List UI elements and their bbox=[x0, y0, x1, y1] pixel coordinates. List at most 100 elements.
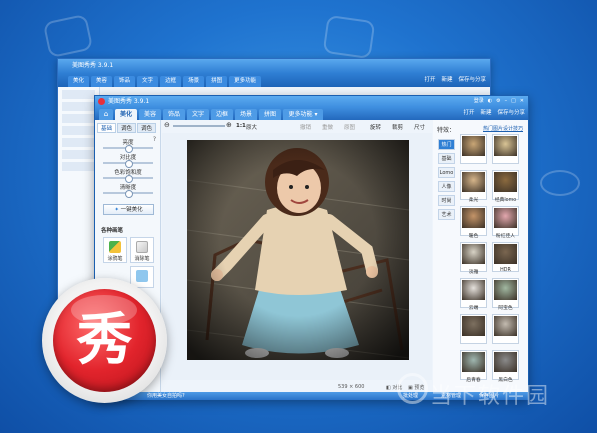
eraser-pen-label: 消除笔 bbox=[134, 256, 150, 262]
magic-wand-icon: ✦ bbox=[114, 207, 119, 213]
background-open: 打开 bbox=[424, 77, 436, 83]
effect-thumb[interactable]: 粉红佳人 bbox=[492, 206, 519, 239]
effect-thumb[interactable] bbox=[460, 314, 487, 344]
background-tab: 美化 bbox=[68, 76, 90, 87]
brightness-slider[interactable] bbox=[103, 145, 153, 153]
effect-thumb[interactable]: 黑白色 bbox=[492, 350, 519, 383]
camera-deco-icon bbox=[322, 14, 376, 60]
effect-thumb[interactable]: 经典lomo bbox=[492, 170, 519, 203]
effect-thumb-label: 暖色 bbox=[468, 234, 479, 239]
effect-thumb[interactable]: 后青春 bbox=[460, 350, 487, 383]
tab-scene[interactable]: 场景 bbox=[235, 109, 257, 120]
background-tab: 饰品 bbox=[114, 76, 136, 87]
effects-tips-link[interactable]: 热门图片设计技巧 bbox=[483, 125, 523, 132]
window-title: 美图秀秀 3.9.1 bbox=[108, 98, 150, 105]
doodle-pen-label: 涂鸦笔 bbox=[107, 256, 123, 262]
subtab-basic[interactable]: 基础 bbox=[97, 123, 117, 133]
tab-text[interactable]: 文字 bbox=[187, 109, 209, 120]
bottom-promo-text[interactable]: 你用美女自拍吗? bbox=[147, 392, 185, 400]
watermark-logo-icon bbox=[397, 373, 428, 404]
effect-thumb-image bbox=[494, 244, 517, 264]
effect-category-art[interactable]: 艺术 bbox=[438, 209, 455, 220]
save-share-button[interactable]: 保存与分享 bbox=[497, 108, 525, 119]
effect-thumb-label: 淡雅 bbox=[468, 270, 479, 275]
crop-button[interactable]: 裁剪 bbox=[392, 123, 403, 131]
saturation-slider[interactable] bbox=[103, 175, 153, 183]
tab-collage[interactable]: 拼图 bbox=[259, 109, 281, 120]
background-tab: 场景 bbox=[183, 76, 205, 87]
home-icon[interactable]: ⌂ bbox=[99, 109, 113, 120]
effect-thumb[interactable]: 云端 bbox=[460, 278, 487, 311]
undo-button[interactable]: 撤销 bbox=[300, 123, 311, 131]
effect-thumb[interactable]: HDR bbox=[492, 242, 519, 273]
photo-image bbox=[187, 140, 409, 360]
effect-thumb[interactable] bbox=[492, 314, 519, 344]
subtab-tone[interactable]: 调色 bbox=[117, 123, 137, 133]
tab-more[interactable]: 更多功能 ▾ bbox=[283, 109, 323, 120]
one-click-beautify-button[interactable]: ✦ 一键美化 bbox=[103, 204, 154, 215]
size-button[interactable]: 尺寸 bbox=[414, 123, 425, 131]
eraser-icon bbox=[136, 241, 148, 253]
doodle-pen-tool[interactable]: 涂鸦笔 bbox=[103, 237, 127, 263]
effect-category-lomo[interactable]: Lomo bbox=[438, 167, 455, 178]
effect-category-fashion[interactable]: 时尚 bbox=[438, 195, 455, 206]
effect-thumb[interactable] bbox=[492, 134, 519, 164]
maximize-icon[interactable]: □ bbox=[511, 96, 516, 107]
original-button[interactable]: 原图 bbox=[344, 123, 355, 131]
settings-icon[interactable]: ⚙ bbox=[496, 96, 500, 107]
effect-thumb-image bbox=[494, 208, 517, 228]
effect-thumb-image bbox=[462, 172, 485, 192]
title-bar: 美图秀秀 3.9.1 登录 ◐ ⚙ – □ ✕ bbox=[95, 96, 528, 107]
effect-thumb-image bbox=[462, 280, 485, 300]
effect-thumb[interactable]: 暖色 bbox=[460, 206, 487, 239]
rotate-button[interactable]: 旋转 bbox=[370, 123, 381, 131]
adjust-subtabs: 基础 调色 调色 bbox=[97, 123, 157, 133]
minimize-icon[interactable]: – bbox=[505, 96, 508, 107]
skin-icon[interactable]: ◐ bbox=[488, 96, 492, 107]
effect-thumb-image bbox=[494, 280, 517, 300]
effect-thumb[interactable]: 阿宝色 bbox=[492, 278, 519, 311]
sharpness-slider[interactable] bbox=[103, 190, 153, 198]
app-icon-character: 秀 bbox=[76, 307, 133, 373]
effect-thumb-label: 阿宝色 bbox=[498, 306, 513, 311]
tab-frame[interactable]: 边框 bbox=[211, 109, 233, 120]
effect-thumb[interactable] bbox=[460, 134, 487, 164]
effect-category-basic[interactable]: 基础 bbox=[438, 153, 455, 164]
zoom-in-icon[interactable]: ⊕ bbox=[226, 121, 232, 129]
tab-beauty[interactable]: 美容 bbox=[139, 109, 161, 120]
eye-deco-icon bbox=[540, 170, 580, 196]
contrast-slider[interactable] bbox=[103, 160, 153, 168]
new-button[interactable]: 新建 bbox=[480, 108, 491, 119]
app-icon-badge: 秀 bbox=[42, 278, 167, 403]
background-tab: 更多功能 bbox=[229, 76, 262, 87]
effect-category-hot[interactable]: 热门 bbox=[438, 139, 455, 150]
effect-thumb-label: 云端 bbox=[468, 306, 479, 311]
app-logo-icon bbox=[98, 98, 105, 105]
login-link[interactable]: 登录 bbox=[474, 96, 484, 107]
close-icon[interactable]: ✕ bbox=[520, 96, 524, 107]
edited-photo[interactable] bbox=[187, 140, 409, 360]
canvas-toolbar: ⊖ ⊕ 1:1 原大 撤销 重做 原图 旋转 裁剪 尺寸 bbox=[162, 120, 432, 132]
effect-thumb-image bbox=[494, 316, 517, 336]
zoom-slider[interactable] bbox=[173, 125, 225, 127]
subtab-color[interactable]: 调色 bbox=[137, 123, 157, 133]
redo-button[interactable]: 重做 bbox=[322, 123, 333, 131]
ratio-button[interactable]: 1:1 bbox=[236, 123, 246, 129]
effects-title: 特效： bbox=[437, 127, 456, 134]
eraser-pen-tool[interactable]: 消除笔 bbox=[130, 237, 154, 263]
effects-panel: 特效： 热门图片设计技巧 热门 基础 Lomo 人像 时尚 艺术 柔光 经典lom… bbox=[433, 120, 528, 392]
tab-beautify[interactable]: 美化 bbox=[115, 109, 137, 120]
tab-accessories[interactable]: 饰品 bbox=[163, 109, 185, 120]
main-tab-bar: ⌂ 美化 美容 饰品 文字 边框 场景 拼图 更多功能 ▾ 打开 新建 保存与分… bbox=[95, 107, 528, 120]
effect-thumb-image bbox=[462, 352, 485, 372]
background-save: 保存与分享 bbox=[458, 77, 486, 83]
effect-thumb-image bbox=[494, 172, 517, 192]
open-button[interactable]: 打开 bbox=[463, 108, 474, 119]
effect-thumb[interactable]: 柔光 bbox=[460, 170, 487, 203]
zoom-out-icon[interactable]: ⊖ bbox=[164, 121, 170, 129]
effect-category-portrait[interactable]: 人像 bbox=[438, 181, 455, 192]
top-actions: 打开 新建 保存与分享 bbox=[463, 108, 525, 119]
effect-thumb-image bbox=[462, 316, 485, 336]
effect-thumb[interactable]: 淡雅 bbox=[460, 242, 487, 275]
fit-button[interactable]: 原大 bbox=[246, 123, 257, 131]
